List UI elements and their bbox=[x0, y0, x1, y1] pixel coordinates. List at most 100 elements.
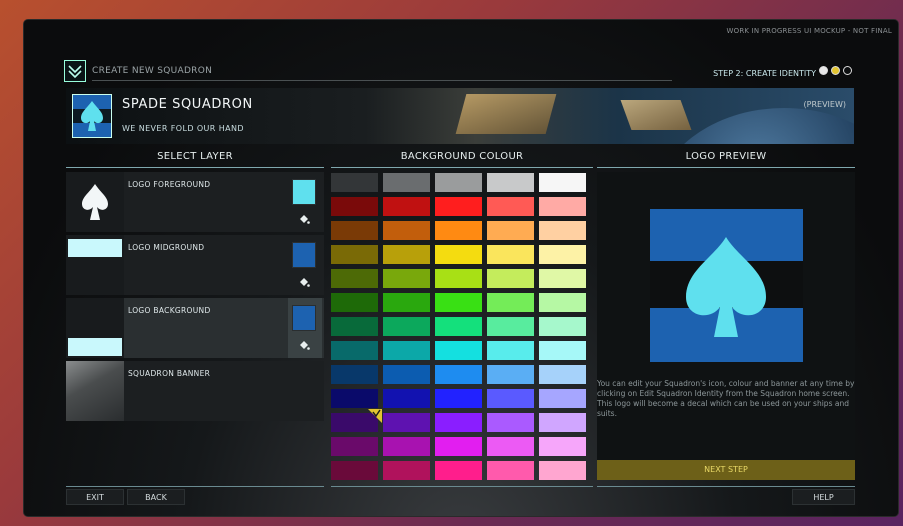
colour-swatch[interactable] bbox=[487, 413, 534, 432]
colour-swatch[interactable] bbox=[487, 221, 534, 240]
colour-swatch[interactable] bbox=[487, 437, 534, 456]
colour-swatch[interactable] bbox=[539, 221, 586, 240]
colour-swatch[interactable] bbox=[487, 341, 534, 360]
colour-swatch[interactable] bbox=[331, 269, 378, 288]
colour-swatch[interactable] bbox=[539, 317, 586, 336]
colour-swatch[interactable] bbox=[435, 293, 482, 312]
step-indicator: STEP 2: CREATE IDENTITY bbox=[713, 69, 816, 78]
colour-swatch[interactable] bbox=[383, 245, 430, 264]
squadron-motto: WE NEVER FOLD OUR HAND bbox=[122, 124, 244, 133]
colour-swatch[interactable] bbox=[539, 461, 586, 480]
colour-swatch[interactable] bbox=[383, 389, 430, 408]
palette-row bbox=[331, 409, 593, 432]
colour-swatch[interactable] bbox=[331, 173, 378, 192]
colour-swatch[interactable] bbox=[435, 245, 482, 264]
colour-swatch[interactable] bbox=[383, 173, 430, 192]
layer-colour-swatch[interactable] bbox=[292, 242, 316, 268]
paint-bucket-icon[interactable] bbox=[292, 209, 316, 229]
palette-row bbox=[331, 461, 593, 480]
colour-swatch[interactable] bbox=[539, 269, 586, 288]
squadron-banner: SPADE SQUADRON WE NEVER FOLD OUR HAND (P… bbox=[66, 88, 854, 144]
palette-row bbox=[331, 221, 593, 240]
colour-swatch[interactable] bbox=[331, 389, 378, 408]
colour-swatch[interactable] bbox=[487, 245, 534, 264]
colour-swatch[interactable] bbox=[435, 437, 482, 456]
colour-swatch[interactable] bbox=[383, 317, 430, 336]
colour-swatch[interactable] bbox=[435, 317, 482, 336]
preview-label: (PREVIEW) bbox=[803, 100, 846, 109]
colour-swatch[interactable] bbox=[487, 461, 534, 480]
layer-colour-swatch[interactable] bbox=[292, 305, 316, 331]
midground-thumbnail bbox=[66, 235, 124, 295]
colour-swatch[interactable] bbox=[435, 269, 482, 288]
colour-swatch[interactable] bbox=[539, 437, 586, 456]
step-dot-3 bbox=[843, 66, 852, 75]
colour-swatch[interactable] bbox=[487, 293, 534, 312]
colour-swatch[interactable] bbox=[487, 173, 534, 192]
colour-swatch[interactable] bbox=[539, 173, 586, 192]
colour-swatch[interactable] bbox=[539, 389, 586, 408]
colour-swatch[interactable] bbox=[331, 341, 378, 360]
colour-swatch[interactable] bbox=[383, 269, 430, 288]
colour-swatch[interactable] bbox=[539, 197, 586, 216]
colour-swatch[interactable] bbox=[539, 341, 586, 360]
colour-swatch[interactable] bbox=[539, 293, 586, 312]
banner-thumbnail bbox=[66, 361, 124, 421]
colour-swatch[interactable] bbox=[539, 413, 586, 432]
next-step-button[interactable]: NEXT STEP bbox=[597, 460, 855, 480]
colour-swatch[interactable] bbox=[435, 173, 482, 192]
layer-label: LOGO MIDGROUND bbox=[128, 243, 205, 252]
palette-row bbox=[331, 389, 593, 408]
help-button[interactable]: HELP bbox=[792, 489, 855, 505]
colour-swatch[interactable] bbox=[539, 365, 586, 384]
colour-swatch[interactable] bbox=[331, 317, 378, 336]
colour-swatch[interactable] bbox=[487, 317, 534, 336]
colour-swatch[interactable] bbox=[435, 413, 482, 432]
banner-station bbox=[455, 94, 557, 134]
colour-swatch[interactable] bbox=[331, 437, 378, 456]
palette-row bbox=[331, 197, 593, 216]
colour-swatch[interactable] bbox=[487, 197, 534, 216]
colour-swatch[interactable] bbox=[383, 365, 430, 384]
layer-logo-foreground[interactable]: LOGO FOREGROUND bbox=[66, 172, 324, 232]
colour-swatch[interactable] bbox=[383, 293, 430, 312]
colour-swatch-selected[interactable] bbox=[331, 409, 382, 432]
layer-list: LOGO FOREGROUND LOGO MIDGROUND LOGO BACK… bbox=[66, 172, 324, 424]
colour-swatch[interactable] bbox=[435, 389, 482, 408]
colour-swatch[interactable] bbox=[383, 221, 430, 240]
layer-squadron-banner[interactable]: SQUADRON BANNER bbox=[66, 361, 324, 421]
colour-swatch[interactable] bbox=[383, 341, 430, 360]
colour-swatch[interactable] bbox=[383, 461, 430, 480]
layer-colour-swatch[interactable] bbox=[292, 179, 316, 205]
colour-swatch[interactable] bbox=[487, 389, 534, 408]
bottom-divider-left bbox=[66, 486, 324, 487]
layer-logo-midground[interactable]: LOGO MIDGROUND bbox=[66, 235, 324, 295]
colour-swatch[interactable] bbox=[435, 461, 482, 480]
header: CREATE NEW SQUADRON STEP 2: CREATE IDENT… bbox=[64, 60, 854, 84]
layer-logo-background[interactable]: LOGO BACKGROUND bbox=[66, 298, 324, 358]
exit-button[interactable]: EXIT bbox=[66, 489, 124, 505]
colour-swatch[interactable] bbox=[435, 221, 482, 240]
step-dot-1 bbox=[819, 66, 828, 75]
colour-swatch[interactable] bbox=[331, 245, 378, 264]
palette-row bbox=[331, 437, 593, 456]
colour-swatch[interactable] bbox=[383, 437, 430, 456]
colour-swatch[interactable] bbox=[331, 365, 378, 384]
paint-bucket-icon[interactable] bbox=[292, 272, 316, 292]
logo-preview-divider bbox=[597, 167, 855, 168]
colour-swatch[interactable] bbox=[435, 365, 482, 384]
colour-swatch[interactable] bbox=[539, 245, 586, 264]
colour-swatch[interactable] bbox=[435, 197, 482, 216]
colour-swatch[interactable] bbox=[487, 269, 534, 288]
back-button[interactable]: BACK bbox=[127, 489, 185, 505]
colour-swatch[interactable] bbox=[383, 197, 430, 216]
colour-swatch[interactable] bbox=[383, 413, 430, 432]
colour-swatch[interactable] bbox=[331, 461, 378, 480]
colour-swatch[interactable] bbox=[487, 365, 534, 384]
colour-swatch[interactable] bbox=[435, 341, 482, 360]
colour-swatch[interactable] bbox=[331, 197, 378, 216]
colour-swatch[interactable] bbox=[331, 293, 378, 312]
foreground-thumbnail bbox=[66, 172, 124, 232]
colour-swatch[interactable] bbox=[331, 221, 378, 240]
paint-bucket-icon[interactable] bbox=[292, 335, 316, 355]
